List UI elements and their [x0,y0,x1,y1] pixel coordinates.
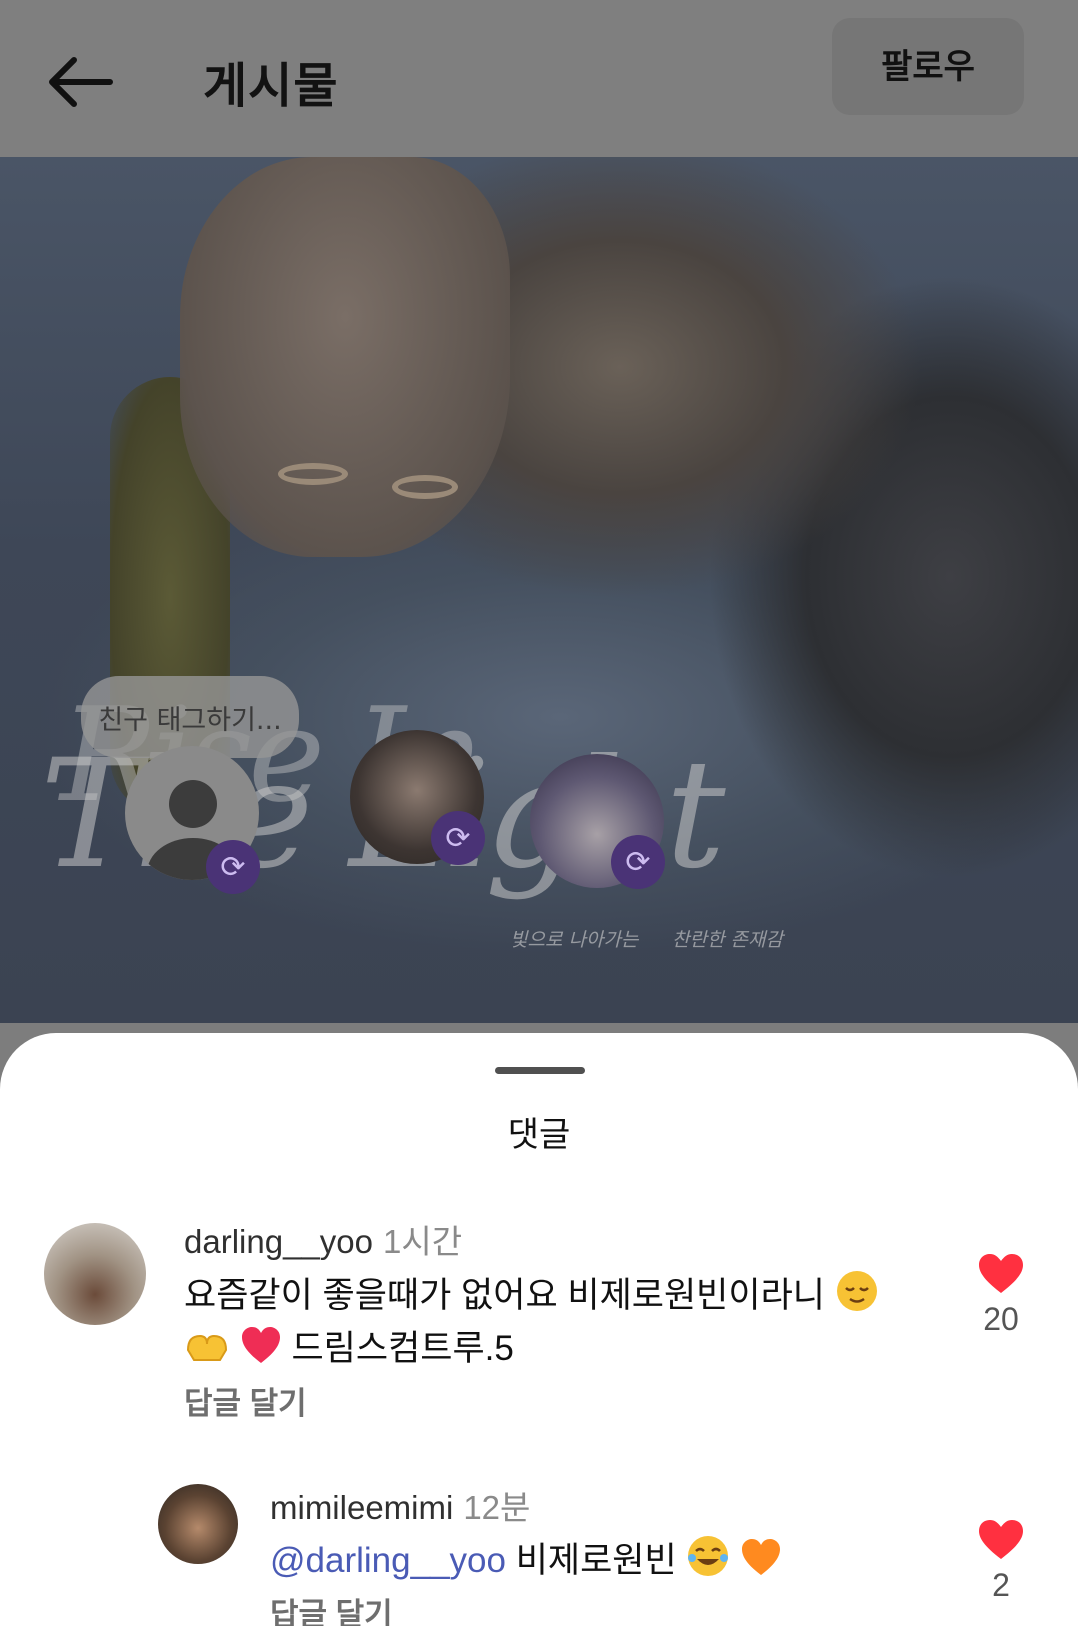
caption-right: 찬란한 존재감 [672,929,783,951]
sync-icon: ⟳ [206,840,260,894]
comments-sheet: 댓글 darling__yoo 1시간 요즘같이 좋을때가 없어요 비제로원빈이라… [0,1033,1078,1626]
sync-icon: ⟳ [431,811,485,865]
avatar[interactable] [44,1223,146,1325]
mention-link[interactable]: @darling__yoo [270,1541,506,1580]
avatar[interactable] [158,1484,238,1564]
reply-button[interactable]: 답글 달기 [270,1589,393,1626]
sheet-drag-handle[interactable] [495,1067,585,1074]
comment-time: 12분 [463,1489,531,1526]
comment-username[interactable]: darling__yoo [184,1223,373,1260]
sheet-title: 댓글 [507,1115,571,1155]
heart-icon[interactable] [978,1519,1024,1561]
comment-text: 요즘같이 좋을때가 없어요 비제로원빈이라니 [184,1276,825,1315]
relieved-face-icon [836,1271,877,1311]
follow-button[interactable]: 팔로우 [832,18,1024,115]
photo-hand [180,157,510,557]
comment-text: 드림스컴트루.5 [291,1329,514,1368]
like-count: 20 [983,1301,1019,1337]
reply-button[interactable]: 답글 달기 [184,1378,307,1423]
heart-hands-icon [186,1334,228,1361]
person-head-icon [169,780,217,828]
like-control: 2 [971,1519,1031,1604]
back-arrow-icon[interactable] [44,54,114,110]
page-title: 게시물 [203,58,339,114]
comment-text: 비제로원빈 [505,1541,687,1580]
comment-time: 1시간 [382,1223,463,1260]
like-control: 20 [971,1253,1031,1338]
ring-decor [392,475,458,499]
orange-heart-icon [742,1539,781,1575]
ring-decor [278,463,348,485]
comment-username[interactable]: mimileemimi [270,1489,453,1526]
tears-of-joy-icon [688,1536,729,1576]
red-heart-icon [241,1327,280,1363]
sync-icon: ⟳ [611,835,665,889]
heart-icon[interactable] [978,1253,1024,1295]
caption-left: 빛으로 나아가는 [510,929,639,951]
top-bar: 게시물 팔로우 [0,0,1078,157]
like-count: 2 [992,1567,1010,1603]
